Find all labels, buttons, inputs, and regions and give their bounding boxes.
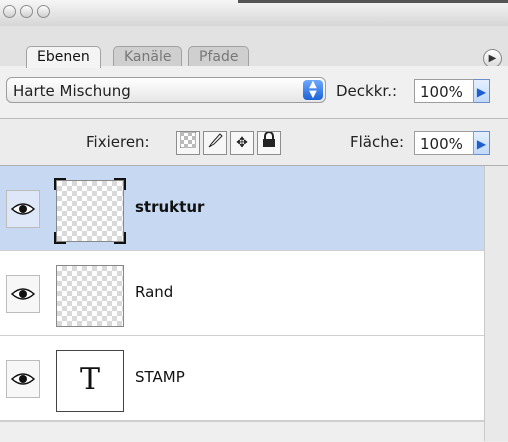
- eye-icon[interactable]: [6, 190, 40, 228]
- layer-row-rand[interactable]: Rand: [0, 251, 484, 336]
- opacity-input[interactable]: 100%: [414, 79, 474, 103]
- selection-corner: [54, 178, 66, 190]
- layer-name: struktur: [135, 198, 205, 216]
- tab-kanaele[interactable]: Kanäle: [113, 46, 183, 67]
- layers-bottom-bar: [0, 421, 484, 442]
- layer-name: STAMP: [135, 368, 185, 386]
- opacity-slider-arrow-icon[interactable]: ▶: [474, 79, 490, 103]
- selection-corner: [114, 178, 126, 190]
- fill-input[interactable]: 100%: [414, 131, 474, 155]
- tab-pfade[interactable]: Pfade: [188, 46, 250, 67]
- titlebar-edge: [238, 0, 508, 3]
- minimize-window-button[interactable]: [20, 5, 33, 18]
- blend-mode-select[interactable]: Harte Mischung ▲ ▼: [6, 77, 326, 103]
- layers-list: struktur Rand T STAMP: [0, 166, 484, 441]
- move-icon[interactable]: ✥: [230, 131, 254, 155]
- layer-row-struktur[interactable]: struktur: [0, 166, 484, 251]
- close-window-button[interactable]: [3, 5, 16, 18]
- layer-thumbnail: [56, 265, 124, 327]
- layer-row-stamp[interactable]: T STAMP: [0, 336, 484, 421]
- eye-icon[interactable]: [6, 360, 40, 398]
- layers-scrollbar[interactable]: [484, 166, 508, 441]
- lock-fill-row: Fixieren: ✥ Fläche: 100% ▶: [0, 119, 508, 166]
- brush-icon[interactable]: [203, 131, 227, 155]
- fill-slider-arrow-icon[interactable]: ▶: [474, 131, 490, 155]
- padlock-icon[interactable]: [257, 131, 281, 155]
- eye-icon[interactable]: [6, 275, 40, 313]
- window-titlebar: [0, 0, 508, 27]
- selection-corner: [114, 232, 126, 244]
- blend-opacity-row: Harte Mischung ▲ ▼ Deckkr.: 100% ▶: [0, 66, 508, 119]
- layer-name: Rand: [135, 283, 174, 301]
- zoom-window-button[interactable]: [37, 5, 50, 18]
- layer-thumbnail: [54, 178, 126, 244]
- panel-tab-bar: Ebenen Kanäle Pfade ▶: [0, 26, 508, 68]
- checkerboard-icon[interactable]: [176, 131, 200, 155]
- tab-ebenen[interactable]: Ebenen: [26, 46, 101, 68]
- lock-label: Fixieren:: [86, 133, 150, 151]
- blend-mode-value: Harte Mischung: [13, 82, 131, 100]
- select-arrows-icon: ▲ ▼: [303, 80, 323, 100]
- opacity-label: Deckkr.:: [336, 82, 398, 100]
- fill-label: Fläche:: [350, 133, 405, 151]
- selection-corner: [54, 232, 66, 244]
- text-layer-thumbnail: T: [56, 350, 124, 412]
